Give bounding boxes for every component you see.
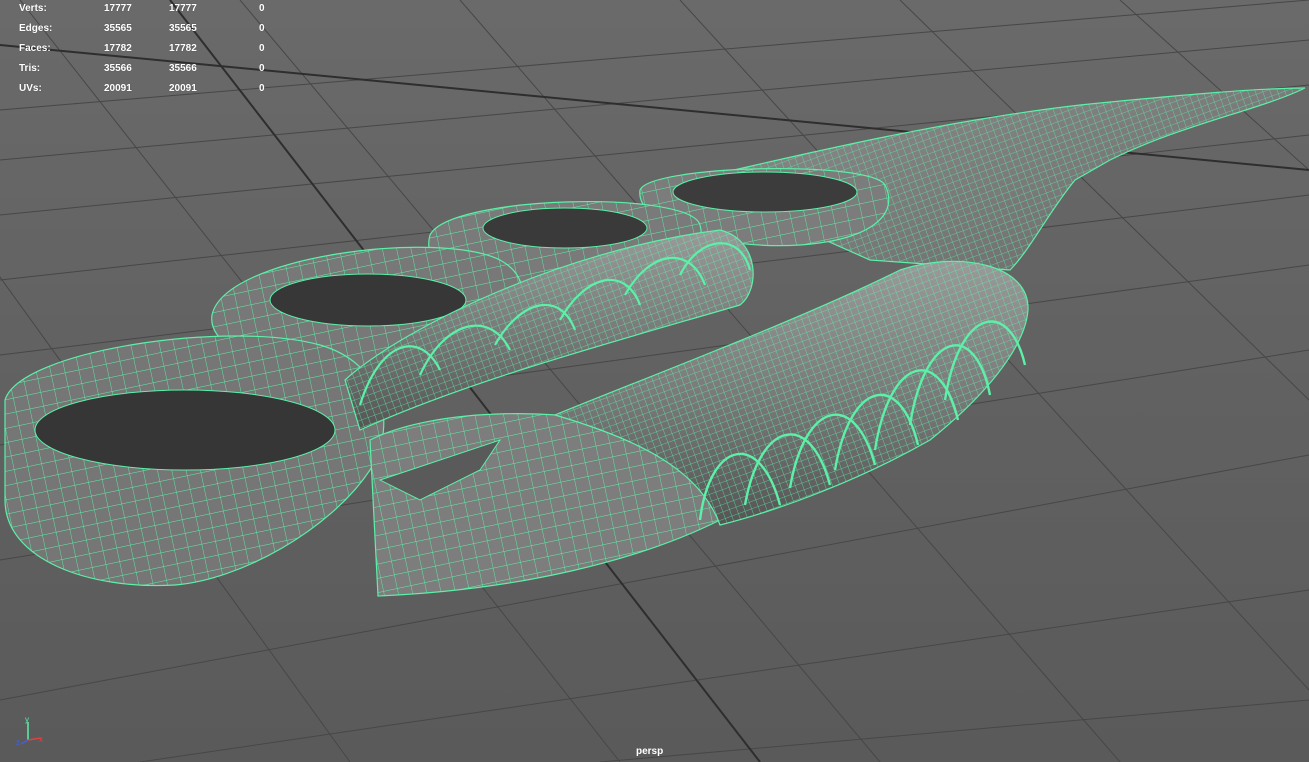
hud-value: 35565 <box>169 23 197 34</box>
hud-value: 0 <box>259 63 265 74</box>
hud-value: 35566 <box>169 63 197 74</box>
axis-label-x: x <box>39 735 43 744</box>
hud-value: 0 <box>259 43 265 54</box>
axis-label-y: y <box>25 715 29 724</box>
hud-value: 17782 <box>104 43 132 54</box>
hud-label: Tris: <box>19 63 41 74</box>
view-axis-icon: y x z <box>16 715 43 747</box>
scene-canvas[interactable] <box>0 0 1309 762</box>
knife-model[interactable] <box>4 87 1306 597</box>
hud-value: 17777 <box>169 3 197 14</box>
hud-label: Edges: <box>19 23 53 34</box>
hud-value: 0 <box>259 83 265 94</box>
hud-label: Faces: <box>19 43 51 54</box>
hud-label: UVs: <box>19 83 42 94</box>
hud-value: 20091 <box>169 83 197 94</box>
hud-value: 0 <box>259 3 265 14</box>
axis-label-z: z <box>16 738 20 747</box>
hud-value: 17782 <box>169 43 197 54</box>
hud-label: Verts: <box>19 3 47 14</box>
hud-value: 17777 <box>104 3 132 14</box>
hud-value: 20091 <box>104 83 132 94</box>
hud-value: 0 <box>259 23 265 34</box>
hud-value: 35565 <box>104 23 132 34</box>
finger-ring-1 <box>4 335 385 587</box>
camera-name-label: persp <box>636 746 664 757</box>
hud-value: 35566 <box>104 63 132 74</box>
perspective-viewport[interactable]: Verts: 17777 17777 0 Edges: 35565 35565 … <box>0 0 1309 762</box>
